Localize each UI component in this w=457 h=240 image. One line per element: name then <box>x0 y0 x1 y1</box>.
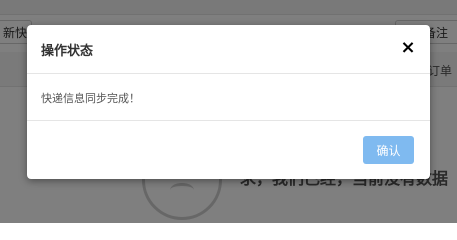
close-icon[interactable]: × <box>398 37 418 59</box>
dialog-header: 操作状态 × <box>27 25 430 74</box>
dialog-message: 快递信息同步完成！ <box>41 92 140 105</box>
dialog-footer: 确认 <box>27 121 430 179</box>
dialog-body: 快递信息同步完成！ <box>27 74 430 121</box>
app-page: 新快递 修改备注 订单 求，我们已经，当前没有数据 操作状态 × 快递信息同步完… <box>0 0 457 223</box>
status-dialog: 操作状态 × 快递信息同步完成！ 确认 <box>27 25 430 179</box>
dialog-title: 操作状态 <box>41 44 94 59</box>
confirm-button[interactable]: 确认 <box>363 136 414 164</box>
